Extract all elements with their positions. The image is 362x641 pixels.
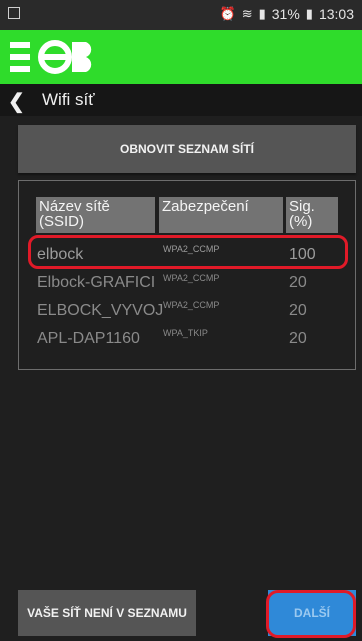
security-cell: WPA2_CCMP <box>163 273 220 283</box>
ssid-cell: APL-DAP1160 <box>37 330 140 347</box>
battery-percent: 31% <box>271 6 300 22</box>
next-button-highlight <box>266 590 356 638</box>
gallery-icon <box>8 7 20 19</box>
header-security: Zabezpečení <box>159 197 283 233</box>
navigation-bar: ❮ Wifi síť <box>0 84 362 116</box>
security-cell: WPA2_CCMP <box>163 300 220 310</box>
battery-icon: ▮ <box>305 6 313 21</box>
status-right: ⏰ ≋ ▮ 31% ▮ 13:03 <box>220 6 354 22</box>
signal-cell: 20 <box>289 274 307 291</box>
wifi-icon: ≋ <box>241 6 253 21</box>
security-cell: WPA_TKIP <box>163 328 208 338</box>
signal-cell: 20 <box>289 330 307 347</box>
signal-cell: 20 <box>289 302 307 319</box>
chevron-left-icon[interactable]: ❮ <box>8 89 25 114</box>
page-title: Wifi síť <box>42 90 95 109</box>
clock: 13:03 <box>318 6 354 22</box>
ssid-cell: Elbock-GRAFICI <box>37 274 156 291</box>
refresh-networks-button[interactable]: OBNOVIT SEZNAM SÍTÍ <box>18 125 356 173</box>
signal-icon: ▮ <box>258 6 266 21</box>
header-ssid: Název sítě (SSID) <box>36 197 155 233</box>
status-bar: ⏰ ≋ ▮ 31% ▮ 13:03 <box>0 0 362 30</box>
network-not-listed-button[interactable]: VAŠE SÍŤ NENÍ V SEZNAMU <box>18 590 196 636</box>
brand-header <box>0 30 362 84</box>
ssid-cell: ELBOCK_VYVOJ <box>37 302 164 319</box>
alarm-icon: ⏰ <box>219 6 236 21</box>
selected-row-highlight <box>28 235 348 269</box>
elbock-logo-icon <box>10 40 92 74</box>
header-signal: Sig.(%) <box>286 197 338 233</box>
